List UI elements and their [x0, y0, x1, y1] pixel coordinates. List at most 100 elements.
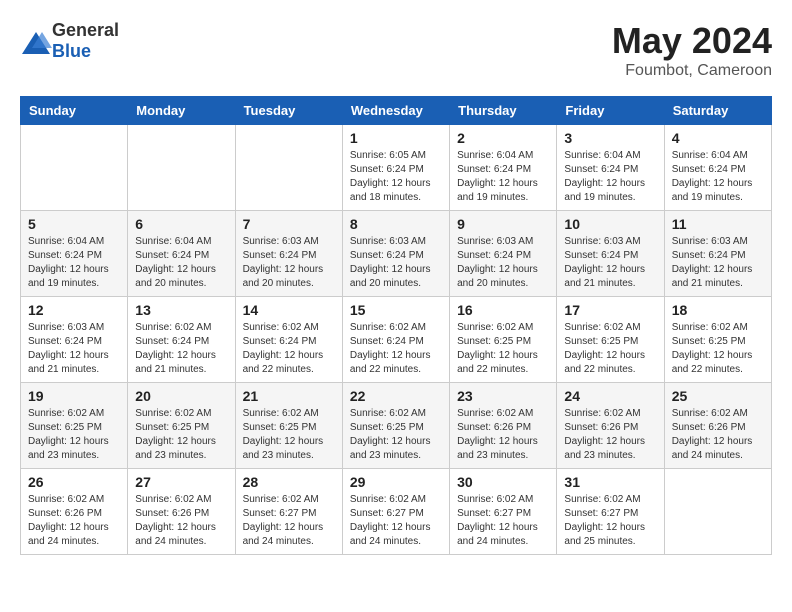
calendar-empty-cell [664, 469, 771, 555]
day-number: 22 [350, 388, 442, 404]
calendar-day-17: 17 Sunrise: 6:02 AM Sunset: 6:25 PM Dayli… [557, 297, 664, 383]
day-number: 18 [672, 302, 764, 318]
day-info: Sunrise: 6:02 AM Sunset: 6:25 PM Dayligh… [135, 407, 227, 463]
day-number: 6 [135, 216, 227, 232]
calendar-day-29: 29Sunrise: 6:02 AM Sunset: 6:27 PM Dayli… [342, 469, 449, 555]
calendar-day-11: 11 Sunrise: 6:03 AM Sunset: 6:24 PM Dayli… [664, 211, 771, 297]
calendar-day-27: 27 Sunrise: 6:02 AM Sunset: 6:26 PM Dayli… [128, 469, 235, 555]
day-info: Sunrise: 6:02 AM Sunset: 6:24 PM Dayligh… [350, 321, 442, 377]
calendar-day-19: 19 Sunrise: 6:02 AM Sunset: 6:25 PM Dayli… [21, 383, 128, 469]
weekday-header-monday: Monday [128, 97, 235, 125]
day-info: Sunrise: 6:02 AM Sunset: 6:25 PM Dayligh… [457, 321, 549, 377]
day-number: 2 [457, 130, 549, 146]
day-number: 30 [457, 474, 549, 490]
day-number: 20 [135, 388, 227, 404]
day-number: 13 [135, 302, 227, 318]
calendar-day-21: 21 Sunrise: 6:02 AM Sunset: 6:25 PM Dayli… [235, 383, 342, 469]
day-info: Sunrise: 6:02 AM Sunset: 6:24 PM Dayligh… [135, 321, 227, 377]
calendar-day-23: 23 Sunrise: 6:02 AM Sunset: 6:26 PM Dayli… [450, 383, 557, 469]
day-info: Sunrise: 6:02 AM Sunset: 6:25 PM Dayligh… [564, 321, 656, 377]
day-info: Sunrise: 6:03 AM Sunset: 6:24 PM Dayligh… [243, 235, 335, 291]
day-number: 5 [28, 216, 120, 232]
calendar-day-6: 6 Sunrise: 6:04 AM Sunset: 6:24 PM Daylig… [128, 211, 235, 297]
day-number: 12 [28, 302, 120, 318]
calendar-day-25: 25 Sunrise: 6:02 AM Sunset: 6:26 PM Dayli… [664, 383, 771, 469]
calendar-day-22: 22 Sunrise: 6:02 AM Sunset: 6:25 PM Dayli… [342, 383, 449, 469]
day-number: 29 [350, 474, 442, 490]
calendar-day-9: 9 Sunrise: 6:03 AM Sunset: 6:24 PM Daylig… [450, 211, 557, 297]
day-info: Sunrise: 6:02 AM Sunset: 6:24 PM Dayligh… [243, 321, 335, 377]
day-number: 25 [672, 388, 764, 404]
day-info: Sunrise: 6:04 AM Sunset: 6:24 PM Dayligh… [457, 149, 549, 205]
calendar-week-row: 1 Sunrise: 6:05 AM Sunset: 6:24 PM Daylig… [21, 125, 772, 211]
weekday-header-sunday: Sunday [21, 97, 128, 125]
day-number: 21 [243, 388, 335, 404]
day-number: 14 [243, 302, 335, 318]
location: Foumbot, Cameroon [612, 62, 772, 80]
weekday-header-saturday: Saturday [664, 97, 771, 125]
day-info: Sunrise: 6:02 AM Sunset: 6:25 PM Dayligh… [350, 407, 442, 463]
day-info: Sunrise: 6:03 AM Sunset: 6:24 PM Dayligh… [564, 235, 656, 291]
calendar-week-row: 5 Sunrise: 6:04 AM Sunset: 6:24 PM Daylig… [21, 211, 772, 297]
calendar-day-13: 13 Sunrise: 6:02 AM Sunset: 6:24 PM Dayli… [128, 297, 235, 383]
day-number: 16 [457, 302, 549, 318]
day-number: 8 [350, 216, 442, 232]
calendar-day-26: 26Sunrise: 6:02 AM Sunset: 6:26 PM Dayli… [21, 469, 128, 555]
logo-text: General Blue [52, 20, 119, 62]
day-info: Sunrise: 6:04 AM Sunset: 6:24 PM Dayligh… [28, 235, 120, 291]
calendar-day-20: 20 Sunrise: 6:02 AM Sunset: 6:25 PM Dayli… [128, 383, 235, 469]
day-number: 3 [564, 130, 656, 146]
day-number: 23 [457, 388, 549, 404]
day-info: Sunrise: 6:02 AM Sunset: 6:26 PM Dayligh… [28, 493, 120, 549]
calendar-day-24: 24 Sunrise: 6:02 AM Sunset: 6:26 PM Dayli… [557, 383, 664, 469]
weekday-header-thursday: Thursday [450, 97, 557, 125]
calendar-week-row: 19 Sunrise: 6:02 AM Sunset: 6:25 PM Dayli… [21, 383, 772, 469]
calendar-day-10: 10 Sunrise: 6:03 AM Sunset: 6:24 PM Dayli… [557, 211, 664, 297]
calendar-table: SundayMondayTuesdayWednesdayThursdayFrid… [20, 96, 772, 555]
calendar-day-4: 4Sunrise: 6:04 AM Sunset: 6:24 PM Daylig… [664, 125, 771, 211]
day-number: 28 [243, 474, 335, 490]
day-number: 4 [672, 130, 764, 146]
day-number: 9 [457, 216, 549, 232]
day-number: 1 [350, 130, 442, 146]
logo-general: General [52, 20, 119, 40]
calendar-day-1: 1 Sunrise: 6:05 AM Sunset: 6:24 PM Daylig… [342, 125, 449, 211]
day-number: 19 [28, 388, 120, 404]
title-section: May 2024 Foumbot, Cameroon [612, 20, 772, 80]
day-number: 17 [564, 302, 656, 318]
calendar-day-8: 8Sunrise: 6:03 AM Sunset: 6:24 PM Daylig… [342, 211, 449, 297]
day-info: Sunrise: 6:02 AM Sunset: 6:26 PM Dayligh… [672, 407, 764, 463]
calendar-week-row: 12 Sunrise: 6:03 AM Sunset: 6:24 PM Dayli… [21, 297, 772, 383]
calendar-day-31: 31 Sunrise: 6:02 AM Sunset: 6:27 PM Dayli… [557, 469, 664, 555]
weekday-header-friday: Friday [557, 97, 664, 125]
day-info: Sunrise: 6:05 AM Sunset: 6:24 PM Dayligh… [350, 149, 442, 205]
calendar-empty-cell [235, 125, 342, 211]
calendar-empty-cell [128, 125, 235, 211]
calendar-day-7: 7Sunrise: 6:03 AM Sunset: 6:24 PM Daylig… [235, 211, 342, 297]
day-info: Sunrise: 6:02 AM Sunset: 6:27 PM Dayligh… [243, 493, 335, 549]
calendar-day-30: 30Sunrise: 6:02 AM Sunset: 6:27 PM Dayli… [450, 469, 557, 555]
logo-blue: Blue [52, 41, 91, 61]
day-info: Sunrise: 6:02 AM Sunset: 6:26 PM Dayligh… [564, 407, 656, 463]
day-info: Sunrise: 6:04 AM Sunset: 6:24 PM Dayligh… [135, 235, 227, 291]
day-info: Sunrise: 6:02 AM Sunset: 6:25 PM Dayligh… [672, 321, 764, 377]
day-info: Sunrise: 6:02 AM Sunset: 6:26 PM Dayligh… [135, 493, 227, 549]
day-number: 27 [135, 474, 227, 490]
day-info: Sunrise: 6:02 AM Sunset: 6:27 PM Dayligh… [564, 493, 656, 549]
day-info: Sunrise: 6:03 AM Sunset: 6:24 PM Dayligh… [28, 321, 120, 377]
page-header: General Blue May 2024 Foumbot, Cameroon [20, 20, 772, 80]
calendar-day-16: 16 Sunrise: 6:02 AM Sunset: 6:25 PM Dayli… [450, 297, 557, 383]
day-number: 10 [564, 216, 656, 232]
logo: General Blue [20, 20, 119, 62]
day-info: Sunrise: 6:03 AM Sunset: 6:24 PM Dayligh… [672, 235, 764, 291]
day-info: Sunrise: 6:02 AM Sunset: 6:26 PM Dayligh… [457, 407, 549, 463]
weekday-header-row: SundayMondayTuesdayWednesdayThursdayFrid… [21, 97, 772, 125]
day-number: 24 [564, 388, 656, 404]
calendar-day-3: 3 Sunrise: 6:04 AM Sunset: 6:24 PM Daylig… [557, 125, 664, 211]
day-info: Sunrise: 6:03 AM Sunset: 6:24 PM Dayligh… [457, 235, 549, 291]
day-info: Sunrise: 6:04 AM Sunset: 6:24 PM Dayligh… [564, 149, 656, 205]
day-info: Sunrise: 6:02 AM Sunset: 6:25 PM Dayligh… [243, 407, 335, 463]
day-number: 31 [564, 474, 656, 490]
day-number: 11 [672, 216, 764, 232]
day-info: Sunrise: 6:02 AM Sunset: 6:25 PM Dayligh… [28, 407, 120, 463]
